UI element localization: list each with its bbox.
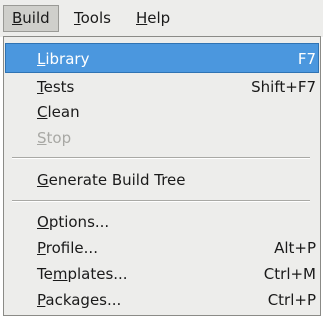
menu-tools[interactable]: Tools: [66, 5, 119, 32]
menu-separator: [12, 200, 310, 202]
menu-build-mnemonic: B: [12, 9, 23, 27]
label-post: enerate Build Tree: [48, 171, 186, 189]
label-pre: Te: [37, 265, 53, 283]
label-mnemonic: C: [37, 103, 48, 121]
menu-help[interactable]: Help: [128, 5, 178, 32]
label-mnemonic: G: [37, 171, 49, 189]
label-post: ests: [43, 78, 75, 96]
menu-item-library-shortcut: F7: [297, 50, 316, 68]
menu-bar: Build Tools Help: [0, 0, 323, 37]
label-mnemonic: T: [37, 78, 44, 96]
label-post: ibrary: [45, 50, 90, 68]
menu-help-mnemonic: H: [136, 9, 148, 27]
menu-help-label-post: elp: [147, 9, 171, 27]
label-mnemonic: O: [37, 213, 49, 231]
label-post: ackages...: [45, 291, 122, 309]
menu-item-generate-build-tree-label: Generate Build Tree: [37, 165, 186, 195]
menu-item-stop-label: Stop: [37, 123, 71, 153]
menu-item-generate-build-tree[interactable]: Generate Build Tree: [5, 165, 319, 195]
label-mnemonic: S: [37, 129, 47, 147]
build-dropdown-menu: Library F7 Tests Shift+F7 Clean Stop Gen…: [3, 36, 321, 316]
label-post: rofile...: [45, 239, 98, 257]
menu-item-packages-label: Packages...: [37, 285, 121, 315]
menu-tools-label-post: ools: [80, 9, 111, 27]
menu-item-library[interactable]: Library F7: [5, 43, 319, 73]
label-post: top: [46, 129, 72, 147]
menu-separator: [12, 157, 310, 159]
label-mnemonic: P: [37, 239, 46, 257]
menu-item-packages-shortcut: Ctrl+P: [267, 291, 316, 309]
menu-item-library-label: Library: [37, 44, 89, 74]
menu-tools-mnemonic: T: [74, 9, 81, 27]
menu-build[interactable]: Build: [3, 5, 59, 32]
label-post: ptions...: [48, 213, 110, 231]
menu-item-stop: Stop: [5, 123, 319, 153]
menu-item-packages[interactable]: Packages... Ctrl+P: [5, 285, 319, 315]
label-post: lean: [47, 103, 80, 121]
label-mnemonic: m: [52, 265, 68, 283]
label-post: plates...: [67, 265, 128, 283]
menu-build-label-post: uild: [22, 9, 50, 27]
